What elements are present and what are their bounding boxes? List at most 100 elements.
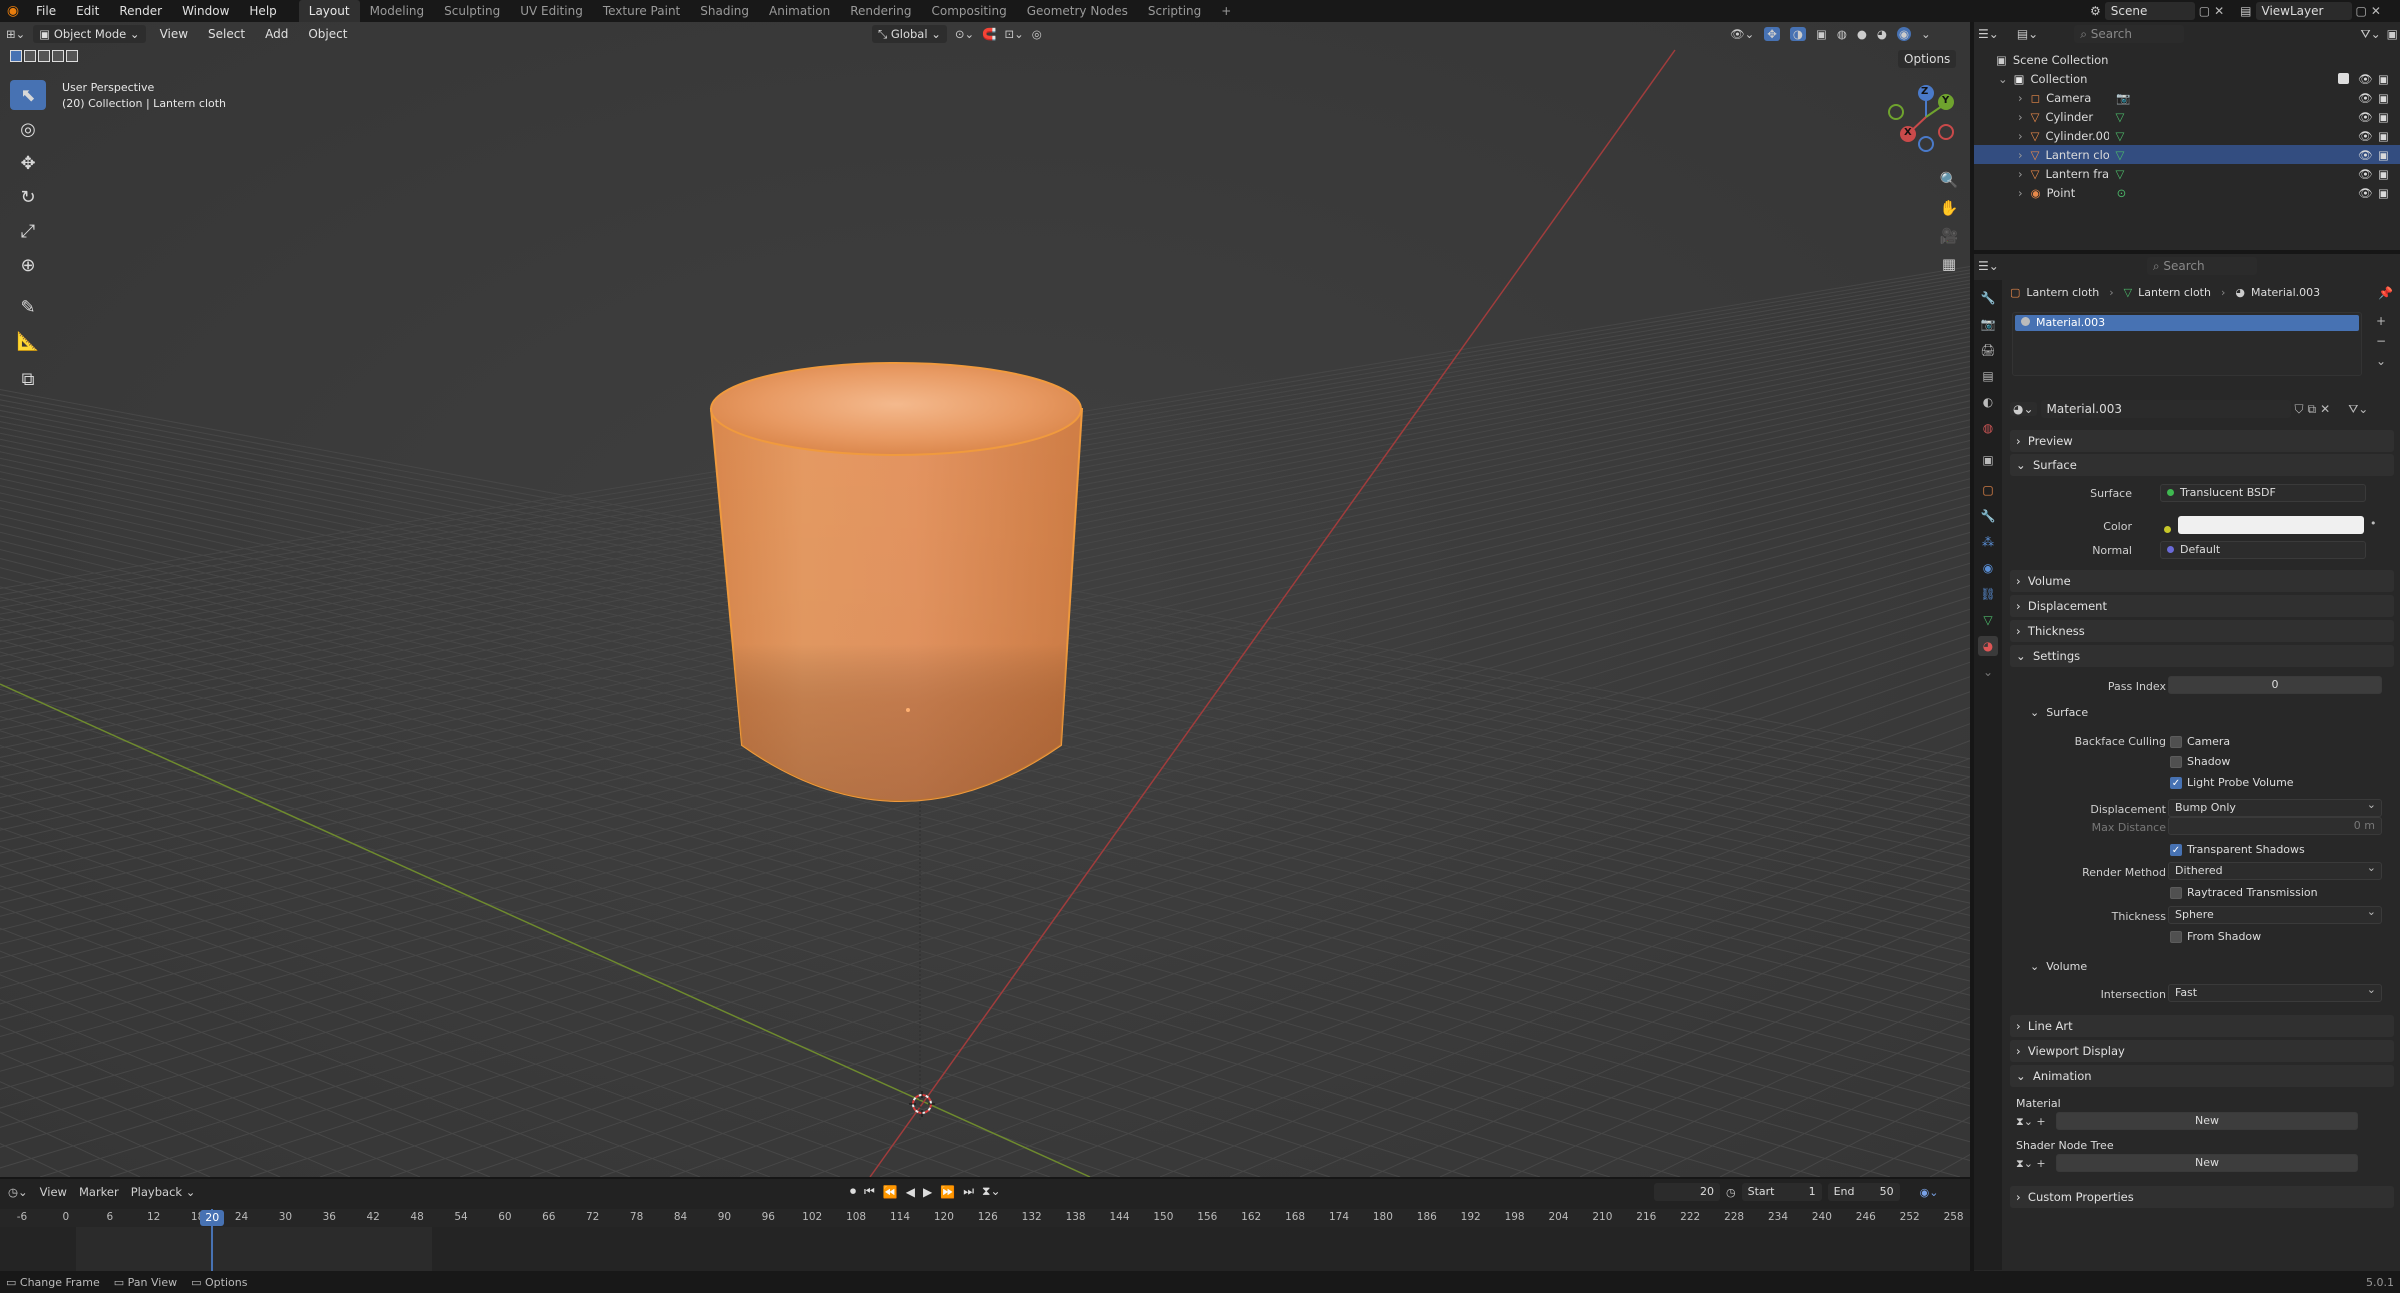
visibility-eye-icon[interactable]: 👁 (2358, 167, 2373, 181)
select-subtract-icon[interactable] (38, 50, 50, 62)
tab-shading[interactable]: Shading (690, 0, 759, 22)
tab-compositing[interactable]: Compositing (921, 0, 1016, 22)
transparent-shadows-checkbox[interactable]: ✓ Transparent Shadows (2170, 843, 2305, 856)
add-workspace-button[interactable]: + (1211, 0, 1241, 22)
expand-chevron-icon[interactable]: › (2018, 129, 2023, 143)
tab-scripting[interactable]: Scripting (1138, 0, 1211, 22)
shading-material-icon[interactable]: ◕ (1877, 27, 1887, 41)
area-separator-h[interactable] (1974, 250, 2400, 254)
displacement-method-dropdown[interactable]: Bump Only (2168, 799, 2382, 817)
proportional-edit-icon[interactable]: ◎ (1032, 27, 1042, 41)
outliner-item-label[interactable]: Point (2047, 186, 2111, 200)
shading-options-icon[interactable]: ⌄ (1921, 27, 1931, 41)
camera-view-icon[interactable]: 🎥 (1935, 224, 1963, 248)
expand-chevron-icon[interactable]: › (2018, 110, 2023, 124)
shading-rendered-icon[interactable]: ◉ (1896, 27, 1911, 41)
animation-panel-header[interactable]: ⌄ Animation (2010, 1065, 2394, 1087)
filter-icon[interactable]: ⛛⌄ (2361, 27, 2381, 42)
transform-orientation[interactable]: ⤡ Global ⌄ (872, 25, 947, 43)
surface-panel-header[interactable]: ⌄ Surface (2010, 454, 2394, 476)
menu-file[interactable]: File (26, 0, 66, 22)
from-shadow-checkbox[interactable]: From Shadow (2170, 930, 2261, 943)
select-invert-icon[interactable] (52, 50, 64, 62)
next-key-icon[interactable]: ⏩ (940, 1185, 955, 1199)
display-mode-icon[interactable]: ▤⌄ (2017, 27, 2038, 41)
gizmo-y-label[interactable]: Y (1942, 95, 1949, 106)
object-tab-icon[interactable]: ▢ (1978, 480, 1998, 500)
outliner-item-label[interactable]: Camera (2046, 91, 2110, 105)
light-probe-checkbox[interactable]: ✓ Light Probe Volume (2170, 776, 2294, 789)
timeline-menu-playback[interactable]: Playback ⌄ (131, 1185, 196, 1199)
outliner-item-label[interactable]: Cylinder.001 (2045, 129, 2109, 143)
gizmo-z-label[interactable]: Z (1921, 86, 1928, 97)
outliner-editor-icon[interactable]: ☰⌄ (1978, 27, 1999, 41)
gizmo-toggle-icon[interactable]: ✥ (1764, 27, 1780, 41)
outliner[interactable]: ☰⌄ ▤⌄ ⌕ Search ⛛⌄ ▣ ▣ Scene Collection ⌄… (1974, 22, 2400, 250)
slot-menu-icon[interactable]: ⌄ (2376, 354, 2386, 368)
overlay-toggle-icon[interactable]: ◑ (1789, 27, 1806, 41)
outliner-item[interactable]: › ▽ Lantern cloth ▽ 👁 ▣ (1974, 145, 2400, 164)
collection-tab-icon[interactable]: ▣ (1978, 450, 1998, 470)
timeline-editor-icon[interactable]: ◷⌄ (8, 1185, 28, 1199)
timeline[interactable]: ◷⌄ View Marker Playback ⌄ ⏺ ⏮ ⏪ ◀ ▶ ⏩ ⏭ … (0, 1177, 1970, 1271)
perspective-toggle-icon[interactable]: ▦ (1935, 252, 1963, 276)
fake-user-icon[interactable]: ⛉ (2295, 402, 2304, 417)
auto-key-icon[interactable]: ⏺ (850, 1184, 856, 1199)
pass-index-field[interactable]: 0 (2168, 676, 2382, 694)
play-icon[interactable]: ▶ (923, 1185, 932, 1199)
remove-slot-icon[interactable]: − (2376, 334, 2386, 348)
tab-modeling[interactable]: Modeling (360, 0, 435, 22)
menu-edit[interactable]: Edit (66, 0, 109, 22)
shading-wireframe-icon[interactable]: ◍ (1837, 27, 1847, 41)
pin-icon[interactable]: 📌 (2378, 286, 2393, 300)
max-distance-field[interactable]: 0 m (2168, 817, 2382, 835)
vp-menu-select[interactable]: Select (202, 23, 251, 45)
transform-tool[interactable]: ⊕ (10, 250, 46, 280)
collection-row[interactable]: ⌄ ▣ Collection 👁 ▣ (1974, 69, 2400, 88)
menu-window[interactable]: Window (172, 0, 239, 22)
collection-render-icon[interactable]: ▣ (2378, 72, 2389, 86)
scene-tab-icon[interactable]: ◐ (1978, 392, 1998, 412)
playhead-marker[interactable]: 20 (200, 1210, 225, 1226)
outliner-item-label[interactable]: Lantern frame (2045, 167, 2109, 181)
visibility-eye-icon[interactable]: 👁 (2358, 129, 2373, 143)
render-camera-icon[interactable]: ▣ (2378, 167, 2389, 181)
modifier-tab-icon[interactable]: 🔧 (1978, 506, 1998, 526)
particles-tab-icon[interactable]: ⁂ (1978, 532, 1998, 552)
object-data-icon[interactable]: 📷 (2116, 91, 2130, 105)
select-intersect-icon[interactable] (66, 50, 78, 62)
line-art-panel-header[interactable]: › Line Art (2010, 1015, 2394, 1037)
scene-collection-row[interactable]: ▣ Scene Collection (1974, 50, 2400, 69)
expand-chevron-icon[interactable]: › (2018, 167, 2023, 181)
snap-icon[interactable]: 🧲 (982, 27, 996, 41)
duplicate-material-icon[interactable]: ⧉ (2308, 402, 2317, 417)
custom-properties-panel-header[interactable]: › Custom Properties (2010, 1186, 2394, 1208)
delete-scene-icon[interactable]: ✕ (2214, 4, 2224, 18)
anim-node-new-button[interactable]: New (2056, 1154, 2358, 1172)
zoom-icon[interactable]: 🔍 (1935, 168, 1963, 192)
delete-view-layer-icon[interactable]: ✕ (2371, 4, 2381, 18)
physics-tab-icon[interactable]: ◉ (1978, 558, 1998, 578)
properties-editor[interactable]: ☰⌄ ⌕ Search 🔧 📷 🖨 ▤ ◐ ◍ ▣ ▢ 🔧 ⁂ ◉ ⛓ ▽ ◕ … (1974, 254, 2400, 1271)
vp-menu-object[interactable]: Object (302, 23, 353, 45)
expand-chevron-icon[interactable]: › (2018, 91, 2023, 105)
visibility-eye-icon[interactable]: 👁 (2358, 148, 2373, 162)
vp-menu-view[interactable]: View (154, 23, 194, 45)
collection-exclude-checkbox[interactable] (2338, 73, 2349, 84)
settings-volume-subpanel[interactable]: ⌄ Volume (2030, 960, 2087, 973)
outliner-item[interactable]: › ▽ Lantern frame ▽ 👁 ▣ (1974, 164, 2400, 183)
render-camera-icon[interactable]: ▣ (2378, 110, 2389, 124)
tab-layout[interactable]: Layout (298, 0, 360, 22)
preview-panel-header[interactable]: › Preview (2010, 430, 2394, 452)
view-layer-selector[interactable]: ViewLayer (2255, 2, 2352, 20)
props-search-input[interactable]: ⌕ Search (2146, 257, 2257, 275)
anim-material-new-button[interactable]: New (2056, 1112, 2358, 1130)
material-filter-icon[interactable]: ⛛⌄ (2348, 402, 2368, 417)
frame-ruler[interactable]: -6 0 6 12 18 24 30 36 42 48 54 60 66 72 78 84 90 96 102 108… (0, 1209, 1970, 1227)
visibility-eye-icon[interactable]: 👁 (2358, 186, 2373, 200)
more-tabs-icon[interactable]: ⌄ (1978, 662, 1998, 682)
menu-help[interactable]: Help (239, 0, 286, 22)
viewport-display-panel-header[interactable]: › Viewport Display (2010, 1040, 2394, 1062)
settings-surface-subpanel[interactable]: ⌄ Surface (2030, 706, 2088, 719)
expand-chevron-icon[interactable]: › (2018, 148, 2023, 162)
